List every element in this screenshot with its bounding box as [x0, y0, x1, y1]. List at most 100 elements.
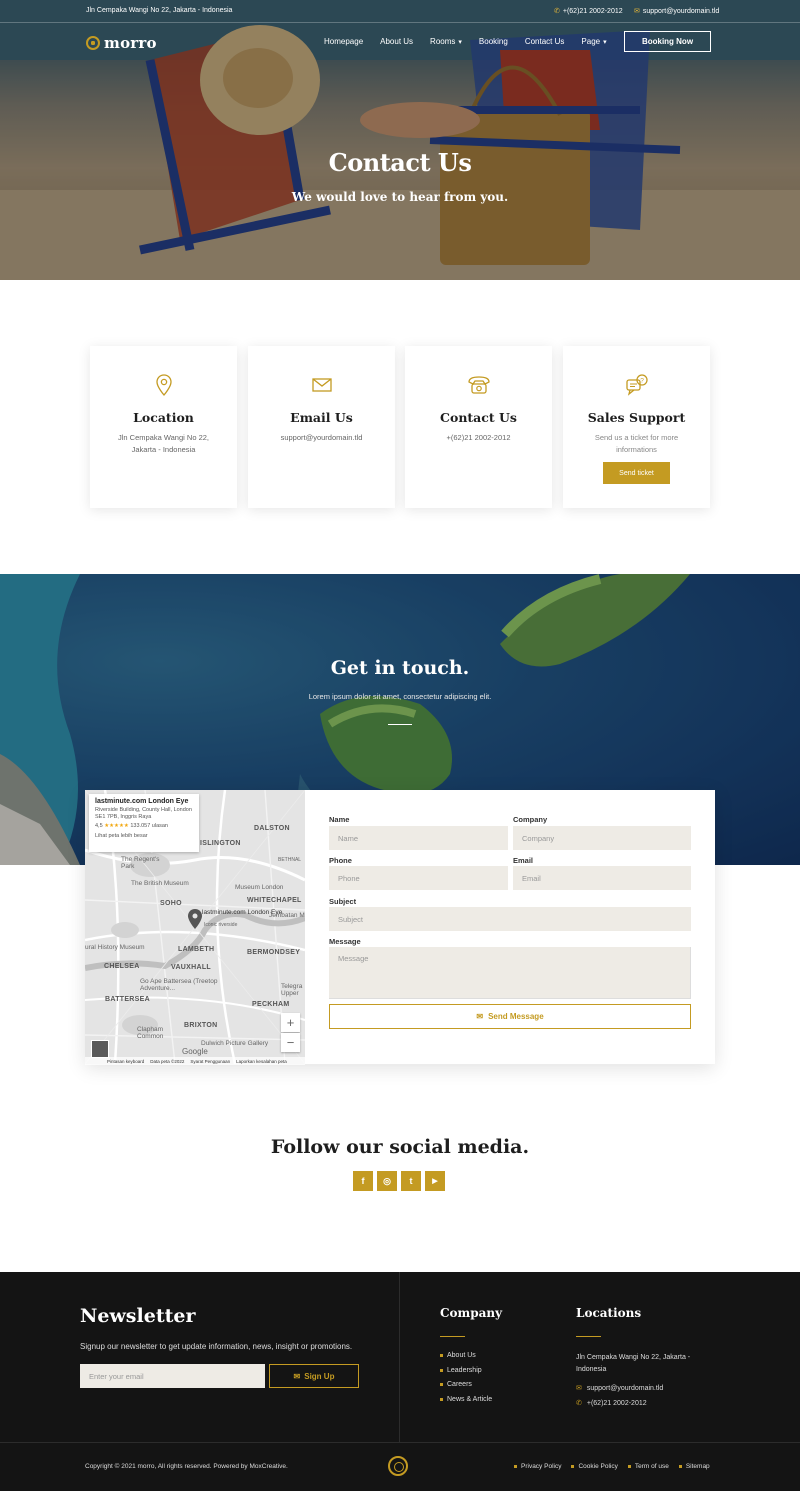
send-ticket-button[interactable]: Send ticket [603, 462, 670, 484]
map-shortcuts-link[interactable]: Pintasan keyboard [107, 1059, 144, 1064]
card-text[interactable]: +(62)21 2002-2012 [423, 432, 534, 444]
location-card: Location Jln Cempaka Wangi No 22, Jakart… [90, 346, 237, 508]
nav-contact-us[interactable]: Contact Us [525, 37, 565, 46]
map-label-marker-sub: Iconic riverside [204, 922, 238, 928]
terms-link[interactable]: Term of use [627, 1463, 669, 1470]
page-title: Contact Us [328, 148, 472, 177]
name-input[interactable]: Name [329, 826, 508, 850]
footer-company-title: Company [440, 1306, 503, 1320]
email-label: Email [513, 856, 534, 865]
company-input[interactable]: Company [513, 826, 691, 850]
map-label-soho: SOHO [160, 900, 182, 907]
svg-text:?: ? [640, 378, 644, 385]
nav-about-us[interactable]: About Us [380, 37, 413, 46]
booking-now-button[interactable]: Booking Now [624, 31, 711, 52]
send-message-button[interactable]: ✉ Send Message [329, 1004, 691, 1029]
map-place-name: lastminute.com London Eye [95, 798, 189, 805]
nav-homepage[interactable]: Homepage [324, 37, 363, 46]
title-divider [388, 724, 412, 725]
site-logo[interactable]: morro [86, 34, 157, 52]
facebook-icon[interactable]: f [353, 1171, 373, 1191]
topbar-email[interactable]: ✉ support@yourdomain.tld [634, 7, 719, 15]
map-label-islington: ISLINGTON [200, 840, 241, 847]
privacy-policy-link[interactable]: Privacy Policy [514, 1463, 561, 1470]
social-links: f ◎ t ▶ [353, 1171, 445, 1191]
envelope-icon: ✉ [293, 1371, 301, 1381]
instagram-icon[interactable]: ◎ [377, 1171, 397, 1191]
map-label-whitechapel: WHITECHAPEL [247, 897, 302, 904]
map-label-chelsea: CHELSEA [104, 963, 140, 970]
cookie-policy-link[interactable]: Cookie Policy [571, 1463, 618, 1470]
google-logo: Google [182, 1047, 208, 1056]
phone-input[interactable]: Phone [329, 866, 508, 890]
twitter-icon[interactable]: t [401, 1171, 421, 1191]
rating-stars-icon: ★★★★★ [104, 823, 129, 829]
logo-mark-icon [86, 36, 100, 50]
legal-links: Privacy Policy Cookie Policy Term of use… [514, 1463, 710, 1470]
bullet-icon [440, 1354, 443, 1357]
topbar-address: Jln Cempaka Wangi No 22, Jakarta - Indon… [86, 7, 233, 14]
topbar-phone[interactable]: ✆ +(62)21 2002-2012 [554, 7, 623, 15]
nav-booking[interactable]: Booking [479, 37, 508, 46]
email-input[interactable]: Email [513, 866, 691, 890]
sales-support-card: ? Sales Support Send us a ticket for mor… [563, 346, 710, 508]
card-title: Email Us [290, 410, 353, 425]
footer-link-news[interactable]: News & Article [440, 1396, 492, 1403]
footer-address: Jln Cempaka Wangi No 22, Jakarta - Indon… [576, 1354, 691, 1373]
nav-rooms[interactable]: Rooms ▾ [430, 37, 462, 46]
contact-card: Contact Us +(62)21 2002-2012 [405, 346, 552, 508]
map-label-battersea: BATTERSEA [105, 996, 150, 1003]
phone-icon: ✆ [554, 8, 560, 15]
subject-label: Subject [329, 897, 357, 906]
subject-input[interactable]: Subject [329, 907, 691, 931]
card-title: Location [133, 410, 194, 425]
map-label-bethnal: BETHNAL [278, 857, 302, 863]
map-label-jembatan: Jembatan M [269, 912, 305, 919]
footer-link-leadership[interactable]: Leadership [440, 1367, 492, 1374]
newsletter-signup-button[interactable]: ✉ Sign Up [269, 1364, 359, 1388]
footer-link-careers[interactable]: Careers [440, 1381, 492, 1388]
newsletter-email-input[interactable]: Enter your email [80, 1364, 265, 1388]
zoom-in-button[interactable]: + [281, 1013, 300, 1032]
page-subtitle: We would love to hear from you. [291, 190, 509, 204]
map-place-card: lastminute.com London Eye Riverside Buil… [89, 794, 199, 852]
nav-page[interactable]: Page ▾ [581, 37, 606, 46]
map-label-go-ape: Go Ape Battersea (Treetop Adventure... [140, 978, 218, 992]
card-text[interactable]: support@yourdomain.tld [266, 432, 377, 444]
footer-company-links: About Us Leadership Careers News & Artic… [440, 1352, 492, 1410]
footer-link-about[interactable]: About Us [440, 1352, 492, 1359]
map-label-peckham: PECKHAM [252, 1001, 290, 1008]
message-textarea[interactable]: Message [329, 947, 691, 999]
footer-phone[interactable]: ✆ +(62)21 2002-2012 [576, 1399, 647, 1408]
footer-email[interactable]: ✉ support@yourdomain.tld [576, 1384, 663, 1393]
get-in-touch-subtitle: Lorem ipsum dolor sit amet, consectetur … [308, 692, 492, 701]
map-marker-icon[interactable] [188, 909, 202, 929]
map-label-brixton: BRIXTON [184, 1022, 218, 1029]
map-label-dulwich: Dulwich Picture Gallery [201, 1040, 269, 1047]
map-footer: Pintasan keyboard Data peta ©2022 Syarat… [85, 1057, 305, 1065]
footer-logo-icon[interactable] [388, 1456, 408, 1476]
map-label-telegraph: Telegra Upper [281, 983, 303, 997]
youtube-icon[interactable]: ▶ [425, 1171, 445, 1191]
footer-divider-horizontal [0, 1442, 800, 1443]
name-label: Name [329, 815, 350, 824]
map-label-dalston: DALSTON [254, 825, 290, 832]
map-layer-toggle[interactable] [91, 1040, 109, 1058]
map-label-clapham: Clapham Common [137, 1026, 164, 1040]
map-place-rating: 4,5 ★★★★★ 133.057 ulasan [95, 823, 168, 829]
map-report-link[interactable]: Laporkan kesalahan peta [236, 1059, 287, 1064]
chevron-down-icon: ▾ [458, 39, 462, 46]
get-in-touch-title: Get in touch. [330, 657, 470, 679]
support-chat-icon: ? [563, 374, 710, 396]
zoom-out-button[interactable]: − [281, 1033, 300, 1052]
map-label-vauxhall: VAUXHALL [171, 964, 211, 971]
view-larger-map-link[interactable]: Lihat peta lebih besar [95, 833, 193, 839]
bullet-icon [440, 1383, 443, 1386]
sitemap-link[interactable]: Sitemap [678, 1463, 710, 1470]
footer-title-underline [440, 1336, 465, 1337]
card-text: Jln Cempaka Wangi No 22, Jakarta - Indon… [117, 433, 209, 454]
footer-divider-vertical [399, 1272, 400, 1442]
company-label: Company [513, 815, 548, 824]
card-title: Contact Us [440, 410, 517, 425]
map-terms-link[interactable]: Syarat Penggunaan [190, 1059, 230, 1064]
